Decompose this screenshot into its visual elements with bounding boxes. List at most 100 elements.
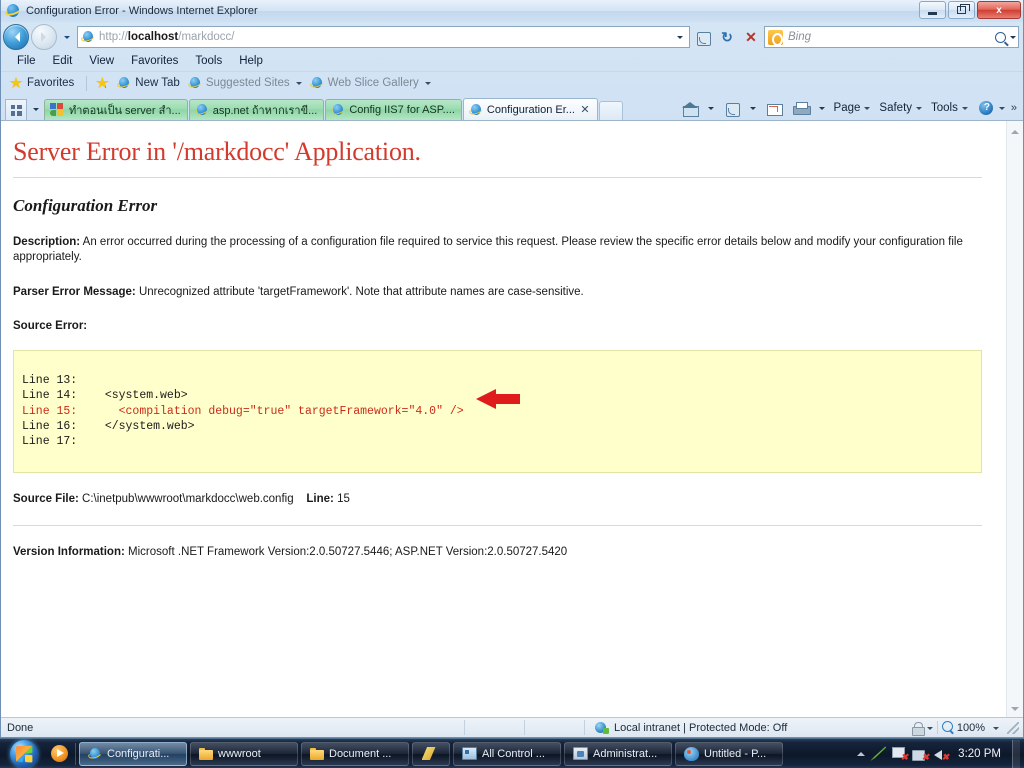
favorites-item-label: Web Slice Gallery <box>328 77 419 89</box>
recent-pages-button[interactable] <box>59 27 75 47</box>
menu-edit[interactable]: Edit <box>45 54 82 69</box>
add-to-favorites-bar-button[interactable] <box>93 77 115 90</box>
tab-label: ทำตอนเป็น server สำ... <box>69 101 181 119</box>
divider <box>86 76 87 91</box>
parser-error-paragraph: Parser Error Message: Unrecognized attri… <box>13 285 982 300</box>
ie-icon <box>188 76 202 90</box>
grid-icon <box>11 105 22 116</box>
favorites-bar: Favorites New Tab Suggested Sites Web Sl… <box>1 71 1023 94</box>
paint-icon <box>684 747 699 761</box>
address-dropdown-button[interactable] <box>672 27 687 47</box>
start-button[interactable] <box>2 740 46 768</box>
resize-grip[interactable] <box>1007 722 1019 734</box>
menu-file[interactable]: File <box>9 54 45 69</box>
line-label: Line: <box>306 493 333 505</box>
security-zone[interactable]: Local intranet | Protected Mode: Off <box>585 721 797 734</box>
print-dropdown-button[interactable] <box>815 104 829 113</box>
menu-help[interactable]: Help <box>231 54 272 69</box>
print-button[interactable] <box>788 100 814 117</box>
favorites-label: Favorites <box>27 77 74 89</box>
quick-launch-media-player[interactable] <box>46 742 72 766</box>
favorites-item-web-slice-gallery[interactable]: Web Slice Gallery <box>308 76 437 90</box>
search-provider-chevron-icon[interactable] <box>1010 36 1016 42</box>
code-line: Line 16: </system.web> <box>22 419 971 434</box>
read-mail-button[interactable] <box>761 100 787 117</box>
safety-menu-label: Safety <box>879 102 912 114</box>
close-button[interactable]: x <box>977 1 1021 19</box>
pen-icon[interactable] <box>870 746 886 761</box>
feeds-button[interactable] <box>719 100 745 117</box>
show-hidden-icons-button[interactable] <box>857 748 865 756</box>
taskbar-button-label: wwwroot <box>218 748 261 760</box>
version-value: Microsoft .NET Framework Version:2.0.507… <box>128 546 567 558</box>
menu-view[interactable]: View <box>81 54 123 69</box>
network-icon[interactable] <box>912 747 928 761</box>
system-tray: 3:20 PM <box>857 740 1024 768</box>
tab-0[interactable]: ทำตอนเป็น server สำ... <box>44 99 188 120</box>
back-arrow-icon <box>10 32 20 42</box>
mail-icon <box>765 100 783 117</box>
back-button[interactable] <box>3 24 29 50</box>
taskbar-button-notepad[interactable] <box>412 742 450 766</box>
minimize-icon <box>928 12 937 15</box>
taskbar-button-paint[interactable]: Untitled - P... <box>675 742 783 766</box>
favorites-button[interactable]: Favorites <box>7 77 80 90</box>
address-input[interactable]: http://localhost/markdocc/ <box>77 26 690 48</box>
chevron-down-icon <box>1011 707 1019 715</box>
address-text: http://localhost/markdocc/ <box>99 31 235 43</box>
privacy-button[interactable] <box>906 721 937 735</box>
address-bar-row: http://localhost/markdocc/ ↻ ✕ Bing <box>1 22 1023 52</box>
home-dropdown-button[interactable] <box>704 104 718 113</box>
favorites-item-suggested-sites[interactable]: Suggested Sites <box>186 76 308 90</box>
ie-icon <box>310 76 324 90</box>
home-icon <box>681 100 699 117</box>
menu-tools[interactable]: Tools <box>187 54 231 69</box>
scroll-up-button[interactable] <box>1007 121 1023 138</box>
menu-favorites[interactable]: Favorites <box>123 54 187 69</box>
scroll-down-button[interactable] <box>1007 700 1023 717</box>
lock-icon <box>910 721 925 735</box>
tab-close-button[interactable]: ✕ <box>579 104 591 116</box>
action-center-flag-icon[interactable] <box>891 747 907 761</box>
refresh-button[interactable]: ↻ <box>716 26 738 48</box>
taskbar-clock[interactable]: 3:20 PM <box>954 748 1007 760</box>
tab-2[interactable]: Config IIS7 for ASP.... <box>325 99 462 120</box>
search-icon[interactable] <box>995 32 1006 43</box>
command-bar-overflow-button[interactable]: » <box>1010 102 1019 114</box>
red-arrow-annotation-icon <box>476 389 520 409</box>
control-panel-icon <box>462 747 477 760</box>
favorites-item-new-tab[interactable]: New Tab <box>115 76 186 90</box>
status-segment <box>525 720 585 735</box>
taskbar-button-documents[interactable]: Document ... <box>301 742 409 766</box>
new-tab-button[interactable] <box>599 101 623 120</box>
tab-1[interactable]: asp.net ถ้าหากเราขี... <box>189 99 325 120</box>
tab-list-button[interactable] <box>28 99 43 120</box>
help-menu-button[interactable] <box>973 100 1009 117</box>
safety-menu-button[interactable]: Safety <box>875 102 926 114</box>
compatibility-view-button[interactable] <box>692 26 714 48</box>
tab-3-active[interactable]: Configuration Er... ✕ <box>463 98 598 120</box>
tools-menu-button[interactable]: Tools <box>927 102 972 114</box>
restore-button[interactable] <box>948 1 975 19</box>
vertical-scrollbar[interactable] <box>1006 121 1023 717</box>
show-desktop-button[interactable] <box>1012 740 1020 768</box>
taskbar-button-administrative-tools[interactable]: Administrat... <box>564 742 672 766</box>
feeds-dropdown-button[interactable] <box>746 104 760 113</box>
page-menu-button[interactable]: Page <box>830 102 875 114</box>
home-button[interactable] <box>677 100 703 117</box>
window-title: Configuration Error - Windows Internet E… <box>26 5 258 17</box>
volume-icon[interactable] <box>933 747 949 761</box>
stop-button[interactable]: ✕ <box>740 26 762 48</box>
taskbar-button-control-panel[interactable]: All Control ... <box>453 742 561 766</box>
chevron-down-icon <box>864 107 870 113</box>
source-file-paragraph: Source File: C:\inetpub\wwwroot\markdocc… <box>13 492 982 507</box>
screen: Configuration Error - Windows Internet E… <box>0 0 1024 768</box>
forward-button[interactable] <box>31 24 57 50</box>
taskbar-button-ie[interactable]: Configurati... <box>79 742 187 766</box>
star-icon <box>9 77 23 90</box>
zoom-control[interactable]: 100% <box>937 721 1003 734</box>
search-input[interactable]: Bing <box>764 26 1019 48</box>
quick-tabs-button[interactable] <box>5 99 27 120</box>
taskbar-button-wwwroot[interactable]: wwwroot <box>190 742 298 766</box>
minimize-button[interactable] <box>919 1 946 19</box>
